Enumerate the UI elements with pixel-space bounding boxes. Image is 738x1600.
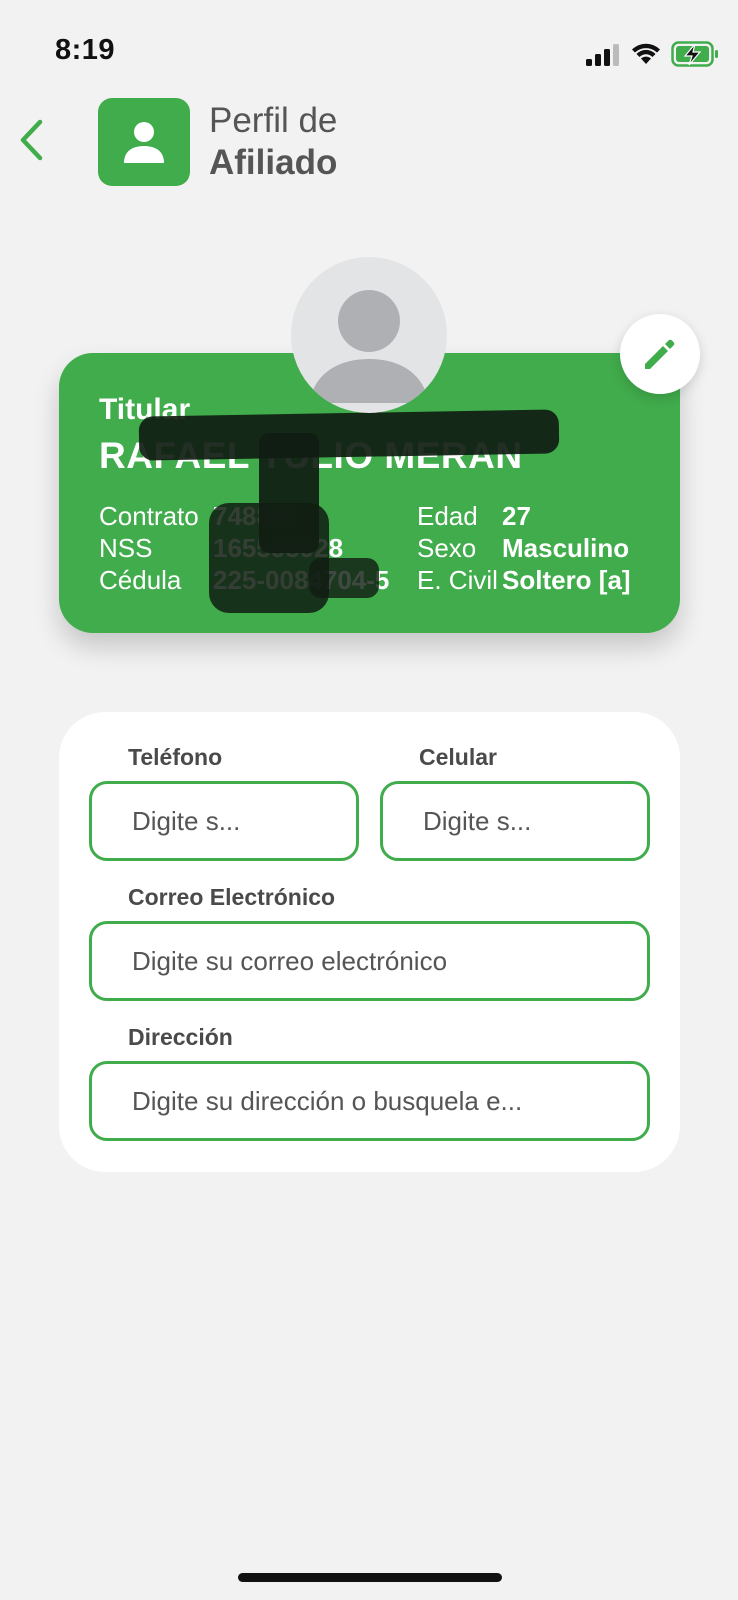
- contact-form-card: Teléfono Celular Correo Electrónico Dire…: [59, 712, 680, 1172]
- status-time: 8:19: [55, 34, 116, 66]
- cedula-label: Cédula: [99, 565, 182, 595]
- edit-profile-button[interactable]: [620, 314, 700, 394]
- email-input[interactable]: [89, 921, 650, 1001]
- celular-label: Celular: [419, 744, 497, 770]
- address-input[interactable]: [89, 1061, 650, 1141]
- chevron-left-icon: [20, 119, 43, 161]
- direccion-label: Dirección: [128, 1024, 233, 1050]
- contrato-label: Contrato: [99, 501, 199, 531]
- back-button[interactable]: [14, 116, 48, 164]
- user-icon: [124, 122, 164, 163]
- correo-label: Correo Electrónico: [128, 884, 336, 910]
- sexo-value: Masculino: [502, 533, 630, 563]
- header-profile-icon-box: [98, 98, 190, 186]
- estado-civil-value: Soltero [a]: [502, 565, 631, 595]
- header: Perfil de Afiliado: [0, 96, 738, 188]
- nss-label: NSS: [99, 533, 153, 563]
- avatar: [291, 257, 447, 413]
- page-title-line1: Perfil de: [209, 101, 338, 140]
- home-indicator: [238, 1573, 502, 1582]
- avatar-placeholder-icon: [309, 290, 429, 403]
- wifi-icon: [632, 43, 660, 64]
- estado-civil-label: E. Civil: [417, 565, 498, 595]
- sexo-label: Sexo: [417, 533, 477, 563]
- signal-icon: [586, 44, 619, 66]
- pencil-icon: [645, 339, 675, 369]
- page-title-line2: Afiliado: [209, 143, 338, 182]
- edad-label: Edad: [417, 501, 478, 531]
- redaction-mark: [209, 503, 329, 613]
- redaction-mark: [138, 409, 560, 461]
- battery-charging-icon: [671, 41, 718, 67]
- telefono-label: Teléfono: [128, 744, 223, 770]
- celular-input[interactable]: [380, 781, 650, 861]
- status-bar: 8:19: [0, 0, 738, 100]
- page-title: Perfil de Afiliado: [209, 100, 337, 184]
- redaction-mark: [309, 558, 379, 598]
- edad-value: 27: [502, 501, 531, 531]
- telefono-input[interactable]: [89, 781, 359, 861]
